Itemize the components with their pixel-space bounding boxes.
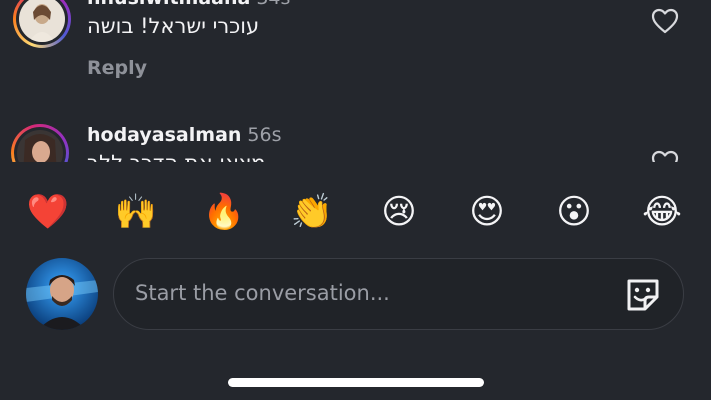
comment-username[interactable]: hhuslwitmaaha34s (87, 0, 290, 9)
comment-username[interactable]: hodayasalman 56s (87, 124, 282, 146)
home-indicator[interactable] (228, 378, 484, 387)
emoji-reaction-bar: ❤️ 🙌 🔥 👏 😢 😍 😮 😂 (0, 162, 711, 258)
emoji-fire[interactable]: 🔥 (202, 190, 246, 234)
sticker-icon[interactable] (623, 275, 663, 315)
comments-list: hhuslwitmaaha34s עוכרי ישראל! בושה Reply… (0, 0, 711, 162)
avatar-image (17, 130, 63, 162)
emoji-crying-face[interactable]: 😢 (377, 190, 421, 234)
reply-button[interactable]: Reply (87, 57, 147, 79)
comment-input-placeholder: Start the conversation... (135, 281, 390, 305)
comment-text: עוכרי ישראל! בושה (87, 14, 260, 38)
emoji-surprised-face[interactable]: 😮 (552, 190, 596, 234)
emoji-red-heart[interactable]: ❤️ (26, 190, 70, 234)
avatar[interactable] (13, 0, 71, 48)
comment-input[interactable]: Start the conversation... (113, 258, 684, 330)
avatar[interactable] (11, 124, 69, 162)
emoji-tears-of-joy[interactable]: 😂 (640, 190, 684, 234)
avatar-image (19, 0, 65, 42)
emoji-clapping-hands[interactable]: 👏 (290, 190, 334, 234)
current-user-avatar[interactable] (26, 258, 98, 330)
emoji-raised-hands[interactable]: 🙌 (114, 190, 158, 234)
heart-outline-icon[interactable] (651, 150, 679, 162)
comment-text: מצאו את הדרך ללב (87, 151, 266, 162)
comment-time: 34s (256, 0, 290, 9)
comment-time: 56s (247, 124, 282, 146)
heart-outline-icon[interactable] (651, 8, 679, 34)
emoji-heart-eyes[interactable]: 😍 (465, 190, 509, 234)
